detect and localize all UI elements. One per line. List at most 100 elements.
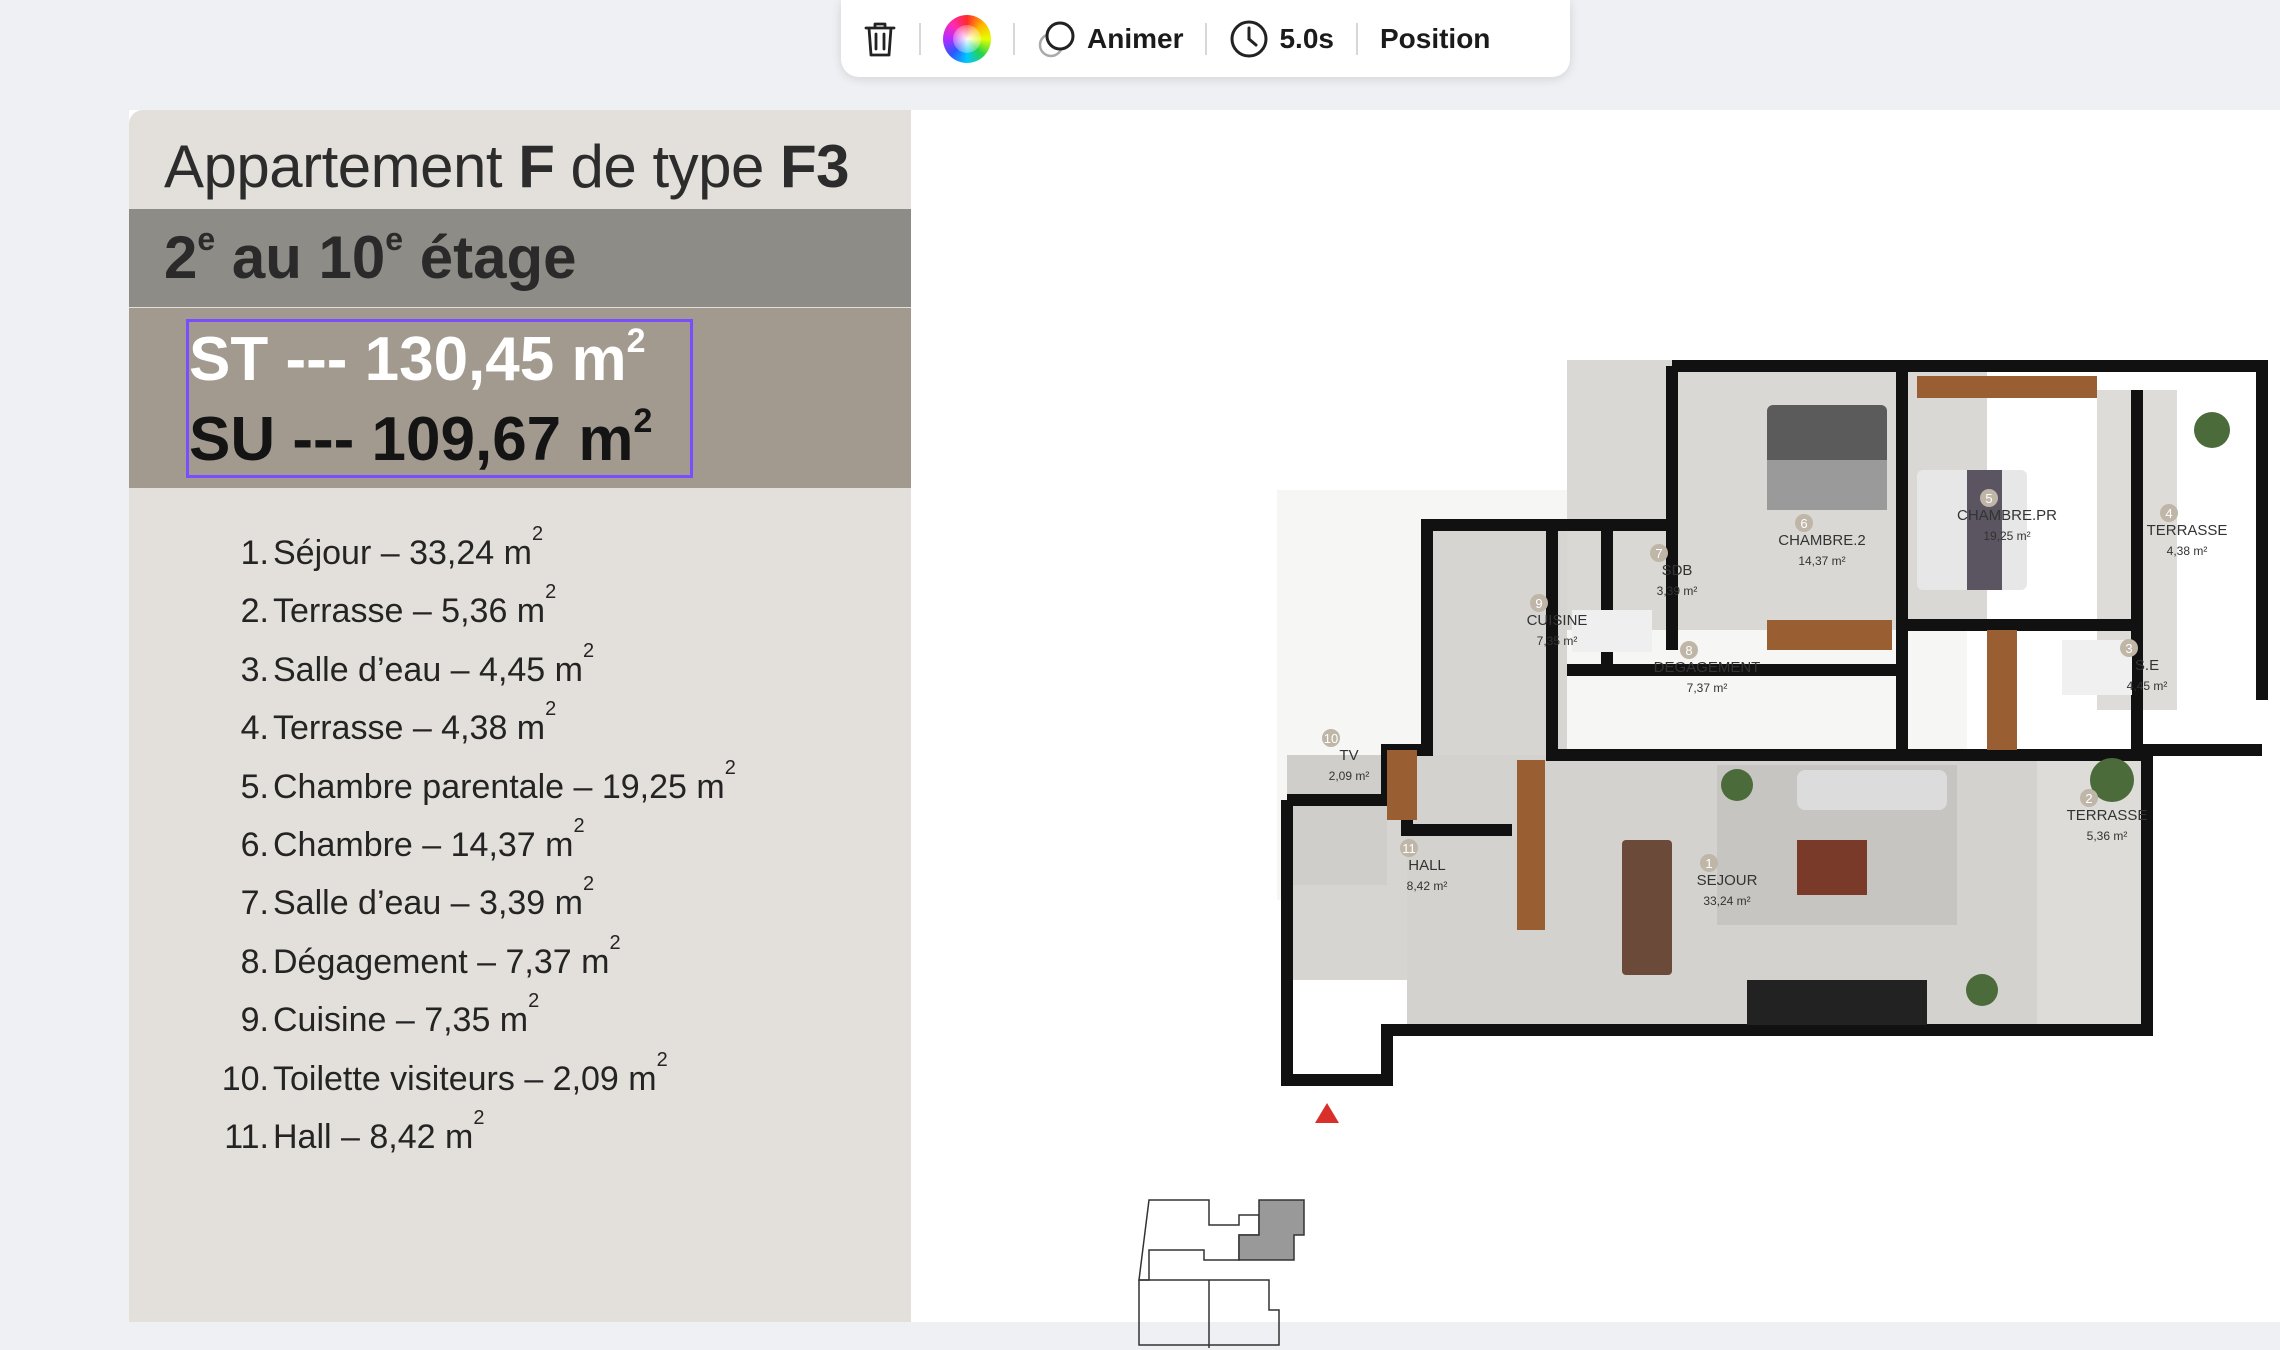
animate-icon	[1038, 21, 1075, 57]
room-list-item: 5. Chambre parentale – 19,25 m2	[189, 758, 736, 826]
delete-button[interactable]	[863, 20, 897, 58]
room-number: 8.	[240, 942, 269, 981]
room-area: 8,42 m²	[1407, 879, 1448, 893]
room-area: 2,09 m²	[1329, 769, 1370, 783]
room-label: Terrasse – 5,36 m	[273, 592, 546, 631]
room-list-item: 11. Hall – 8,42 m2	[189, 1108, 736, 1176]
room-label: Salle d’eau – 3,39 m	[273, 884, 583, 923]
key-plan-lower	[1138, 1279, 1280, 1348]
room-area: 7,35 m²	[1537, 634, 1578, 648]
floor-superscript: e	[385, 221, 404, 257]
kitchen-counter-icon	[1517, 760, 1545, 930]
room-label: Séjour – 33,24 m	[273, 534, 532, 572]
duration-label: 5.0s	[1279, 22, 1334, 54]
duration-button[interactable]: 5.0s	[1229, 19, 1334, 59]
room-area: 33,24 m²	[1703, 894, 1750, 908]
room-area: 4,45 m²	[2127, 679, 2168, 693]
area-band: ST --- 130,45 m2 SU --- 109,67 m2	[129, 308, 911, 488]
room-list-item: 8. Dégagement – 7,37 m2	[189, 933, 736, 1001]
toolbar-divider	[1013, 22, 1015, 55]
floor-superscript: e	[197, 221, 216, 257]
room-name: SDB	[1662, 562, 1693, 579]
plant-icon	[1966, 974, 1998, 1006]
position-button[interactable]: Position	[1380, 23, 1490, 55]
room-number: 1	[1705, 856, 1712, 871]
room-number: 7.	[240, 884, 269, 923]
room-name: TERRASSE	[2067, 807, 2148, 824]
toolbar-divider	[919, 22, 921, 55]
room-area: 3,39 m²	[1657, 584, 1698, 598]
room-list-item: 7. Salle d’eau – 3,39 m2	[189, 874, 736, 942]
room-label: Hall – 8,42 m	[273, 1117, 474, 1156]
room-number: 2	[2085, 791, 2092, 806]
room-number: 3.	[240, 650, 269, 689]
page-title[interactable]: Appartement F de type F3	[164, 132, 850, 201]
room-label: Chambre parentale – 19,25 m	[273, 767, 725, 806]
room-list-item: 4. Terrasse – 4,38 m2	[189, 699, 736, 767]
plant-icon	[2194, 412, 2230, 448]
info-panel: Appartement F de type F3 2e au 10e étage…	[129, 110, 911, 1322]
room-number: 11	[1402, 841, 1416, 856]
room-area: 7,37 m²	[1687, 681, 1728, 695]
room-name: CUISINE	[1527, 612, 1588, 629]
room-list-item: 3. Salle d’eau – 4,45 m2	[189, 641, 736, 709]
tv-unit-icon	[1747, 980, 1927, 1025]
room-list-item: 10. Toilette visiteurs – 2,09 m2	[189, 1050, 736, 1118]
room-area: 19,25 m²	[1983, 529, 2030, 543]
room-number: 3	[2125, 641, 2132, 656]
slide-page[interactable]: Appartement F de type F3 2e au 10e étage…	[129, 110, 2280, 1348]
building-key-plan	[1138, 1199, 1305, 1348]
room-label: Terrasse – 4,38 m	[273, 709, 546, 748]
entrance-arrow-icon	[1315, 1103, 1339, 1123]
cabinet-icon	[1387, 750, 1417, 820]
plant-icon	[1721, 769, 1753, 801]
room-name: CHAMBRE.PR	[1957, 507, 2057, 524]
room-name: CHAMBRE.2	[1778, 532, 1866, 549]
room-list-item: 6. Chambre – 14,37 m2	[189, 816, 736, 884]
room-number: 6	[1800, 516, 1807, 531]
floor-plan[interactable]: 6CHAMBRE.214,37 m²5CHAMBRE.PR19,25 m²4TE…	[1277, 360, 2277, 1140]
room-area: 14,37 m²	[1798, 554, 1845, 568]
floor-text-part: 2	[164, 224, 198, 291]
room-list[interactable]: 1. Séjour – 33,24 m 2 2. Terrasse – 5,36 m23…	[189, 524, 736, 1176]
title-text: de type	[554, 133, 781, 200]
room-number: 6.	[240, 825, 269, 864]
room-list-item: 9. Cuisine – 7,35 m2	[189, 991, 736, 1059]
toolbar-divider	[1355, 22, 1358, 55]
selection-box[interactable]	[186, 319, 693, 478]
room-list-item: 2. Terrasse – 5,36 m2	[189, 582, 736, 650]
toolbar-divider	[1205, 22, 1208, 55]
room-list-item: 1. Séjour – 33,24 m2	[189, 524, 736, 592]
room-number: 2.	[240, 592, 269, 631]
room-number: 11.	[224, 1117, 269, 1156]
animate-button[interactable]: Animer	[1037, 19, 1183, 59]
floor-text-part: étage	[403, 224, 577, 291]
room-number: 4	[2165, 506, 2172, 521]
title-text: Appartement	[164, 133, 519, 200]
clock-icon	[1230, 20, 1268, 57]
animate-label: Animer	[1087, 22, 1184, 54]
room-label: Cuisine – 7,35 m	[273, 1001, 529, 1040]
room-number: 5.	[240, 767, 269, 806]
wardrobe-icon	[1917, 376, 2097, 398]
room-label: Salle d’eau – 4,45 m	[273, 650, 583, 689]
title-apartment-letter: F	[518, 133, 555, 200]
room-number: 5	[1985, 491, 1992, 506]
room-name: TERRASSE	[2147, 522, 2228, 539]
bed-blanket-icon	[1767, 460, 1887, 510]
room-number: 7	[1655, 546, 1662, 561]
room-label: Toilette visiteurs – 2,09 m	[273, 1059, 657, 1098]
room-name: TV	[1339, 747, 1358, 764]
room-number: 8	[1685, 643, 1692, 658]
wardrobe-icon	[1767, 620, 1892, 650]
room-area: 5,36 m²	[2087, 829, 2128, 843]
room-label: Dégagement – 7,37 m	[273, 942, 610, 981]
floor-range[interactable]: 2e au 10e étage	[164, 223, 577, 292]
room-number: 10	[1324, 731, 1338, 746]
color-wheel-icon[interactable]	[943, 14, 991, 63]
key-plan-highlight	[1238, 1199, 1305, 1261]
room-number: 4.	[240, 709, 269, 748]
floating-toolbar: Animer 5.0s Position	[841, 0, 1570, 77]
position-label: Position	[1379, 22, 1491, 54]
dining-table-icon	[1622, 840, 1672, 975]
